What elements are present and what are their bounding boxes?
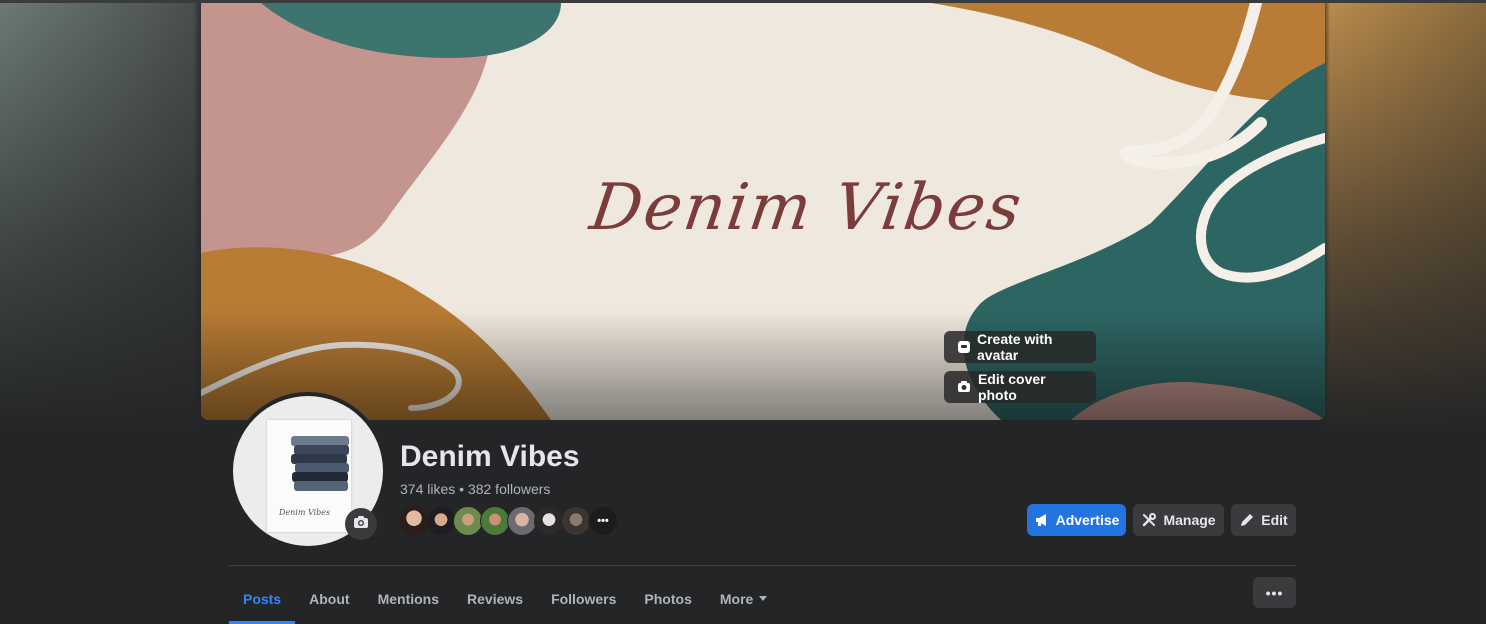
tab-label: About bbox=[309, 590, 350, 607]
advertise-button[interactable]: Advertise bbox=[1027, 504, 1126, 536]
edit-cover-photo-button[interactable]: Edit cover photo bbox=[944, 371, 1096, 403]
tab-label: Mentions bbox=[377, 590, 440, 607]
tab-more[interactable]: More bbox=[706, 577, 781, 620]
page-tabs: Posts About Mentions Reviews Followers P… bbox=[229, 577, 781, 624]
more-followers-icon[interactable]: ••• bbox=[588, 506, 618, 536]
avatar-icon bbox=[957, 339, 971, 355]
page-title[interactable]: Denim Vibes bbox=[400, 440, 580, 474]
pencil-icon bbox=[1239, 512, 1255, 528]
create-with-avatar-label: Create with avatar bbox=[977, 331, 1053, 363]
tab-label: Posts bbox=[243, 590, 282, 607]
tab-label: Followers bbox=[551, 590, 617, 607]
camera-icon bbox=[353, 514, 369, 535]
tab-posts[interactable]: Posts bbox=[229, 577, 296, 624]
follower-avatar[interactable] bbox=[534, 506, 564, 536]
jeans-stack-image bbox=[291, 436, 349, 491]
more-options-button[interactable]: ••• bbox=[1253, 577, 1296, 608]
create-with-avatar-button[interactable]: Create with avatar bbox=[944, 331, 1096, 363]
follower-avatar[interactable] bbox=[507, 506, 537, 536]
manage-button[interactable]: Manage bbox=[1133, 504, 1224, 536]
camera-icon bbox=[957, 379, 972, 395]
cover-title-text: Denim Vibes bbox=[585, 171, 1028, 245]
avatar-signature: Denim Vibes bbox=[279, 508, 331, 517]
tab-label: Reviews bbox=[467, 590, 524, 607]
follower-avatar[interactable] bbox=[426, 506, 456, 536]
edit-cover-photo-label: Edit cover photo bbox=[977, 371, 1046, 403]
manage-label: Manage bbox=[1163, 512, 1216, 528]
cover-gradient bbox=[201, 310, 1325, 420]
follower-avatar[interactable] bbox=[480, 506, 510, 536]
tab-followers[interactable]: Followers bbox=[537, 577, 630, 620]
tab-about[interactable]: About bbox=[295, 577, 363, 620]
tab-photos[interactable]: Photos bbox=[630, 577, 705, 620]
cover-photo[interactable]: Denim Vibes bbox=[201, 3, 1325, 420]
edit-label: Edit bbox=[1261, 512, 1288, 528]
follower-avatar[interactable] bbox=[561, 506, 591, 536]
update-profile-picture-button[interactable] bbox=[345, 508, 377, 540]
advertise-label: Advertise bbox=[1055, 512, 1120, 528]
follower-faces[interactable]: ••• bbox=[399, 506, 618, 536]
tab-label: Photos bbox=[644, 590, 692, 607]
edit-button[interactable]: Edit bbox=[1231, 504, 1296, 536]
tools-icon bbox=[1141, 512, 1157, 528]
tab-reviews[interactable]: Reviews bbox=[453, 577, 537, 620]
follower-avatar[interactable] bbox=[399, 506, 429, 536]
tabs-divider bbox=[229, 565, 1296, 566]
tab-label: More bbox=[719, 590, 754, 607]
tab-mentions[interactable]: Mentions bbox=[364, 577, 453, 620]
caret-down-icon bbox=[759, 596, 768, 601]
follower-avatar[interactable] bbox=[453, 506, 483, 536]
megaphone-icon bbox=[1034, 512, 1050, 528]
likes-followers-count[interactable]: 374 likes • 382 followers bbox=[400, 481, 550, 497]
